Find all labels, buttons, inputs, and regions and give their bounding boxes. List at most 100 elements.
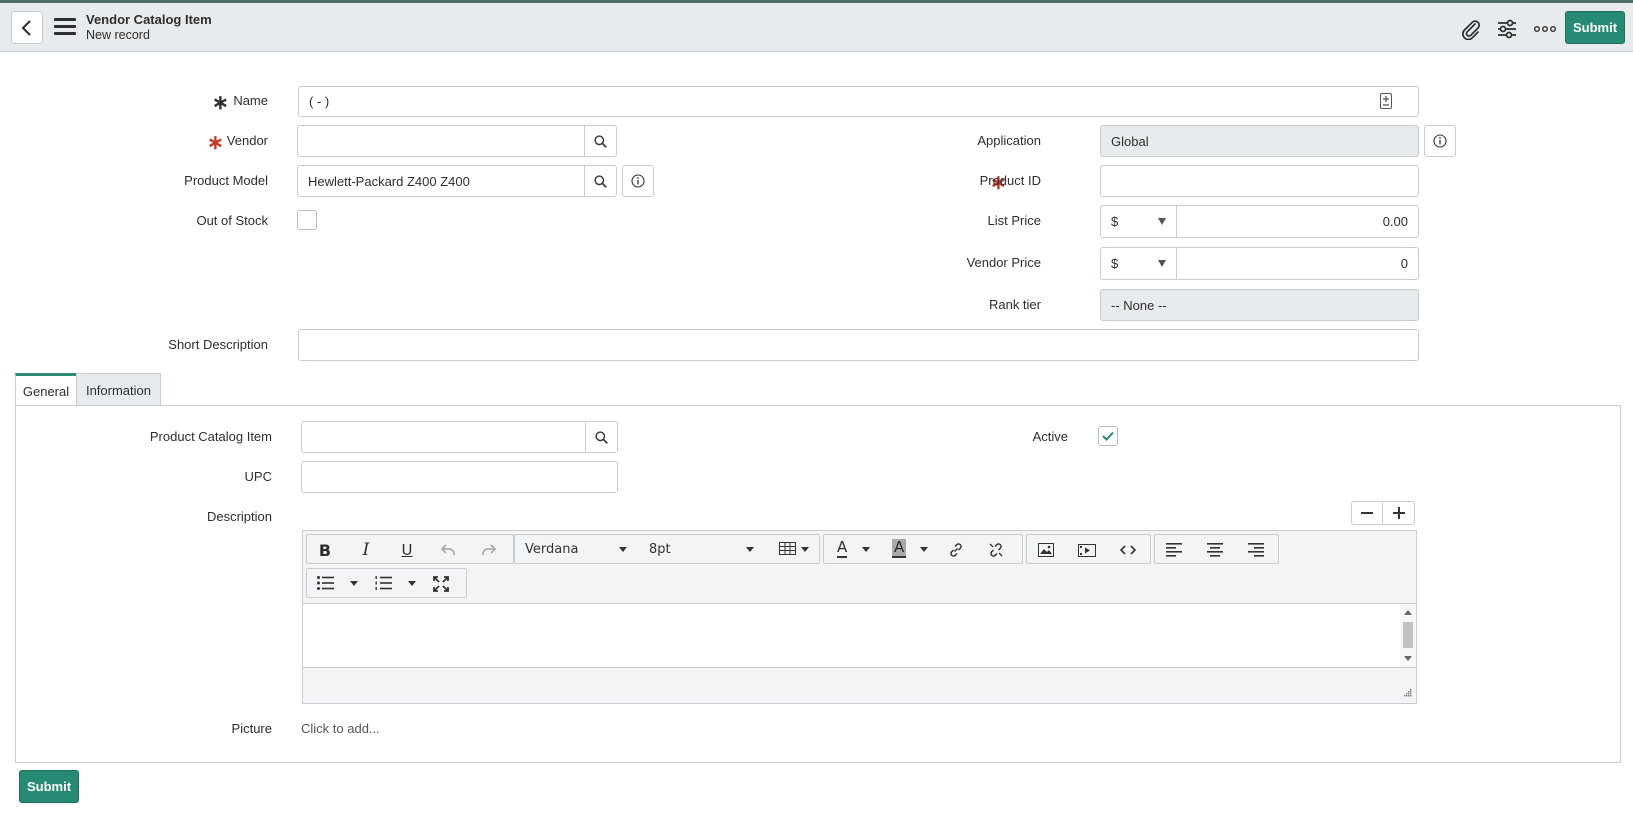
link-icon <box>950 543 962 557</box>
align-right-icon <box>1248 543 1264 557</box>
rank-tier-label: Rank tier <box>988 297 1041 312</box>
application-input: Global <box>1100 125 1419 157</box>
scroll-up-icon[interactable] <box>1404 610 1412 615</box>
product-model-label: Product Model <box>184 173 268 188</box>
application-info-button[interactable] <box>1424 125 1456 157</box>
list-price-input[interactable]: 0.00 <box>1176 205 1419 238</box>
toolbar-group-color-link: A A <box>823 534 1023 564</box>
undo-button[interactable] <box>438 540 458 560</box>
bold-button[interactable]: B <box>315 540 335 560</box>
font-size-select[interactable]: 8pt <box>641 535 761 563</box>
vendor-input[interactable] <box>297 125 585 157</box>
menu-icon[interactable] <box>54 18 76 36</box>
dropdown-caret-icon <box>920 547 928 552</box>
list-price-currency-select[interactable]: $ <box>1100 205 1177 238</box>
insert-link-button[interactable] <box>946 540 966 560</box>
translate-icon[interactable] <box>1380 93 1392 112</box>
unlink-icon <box>989 543 1003 557</box>
active-label: Active <box>1032 429 1068 444</box>
vendor-price-currency: $ <box>1111 256 1119 271</box>
active-checkbox[interactable] <box>1098 426 1118 446</box>
resize-handle-icon[interactable] <box>1403 685 1412 700</box>
expand-editor-button[interactable] <box>1383 502 1414 524</box>
product-catalog-item-lookup-button[interactable] <box>585 421 618 453</box>
rank-tier-select[interactable]: -- None -- <box>1100 289 1419 321</box>
bullet-list-button[interactable] <box>307 569 365 597</box>
scroll-down-icon[interactable] <box>1404 656 1412 661</box>
product-id-input[interactable] <box>1100 165 1419 197</box>
fullscreen-icon <box>433 576 449 592</box>
product-catalog-item-label: Product Catalog Item <box>149 429 272 444</box>
product-id-label: Product ID <box>979 173 1041 188</box>
numbered-list-icon <box>375 576 392 590</box>
editor-scrollbar[interactable] <box>1400 604 1416 667</box>
settings-sliders-icon[interactable] <box>1494 17 1520 41</box>
product-model-value: Hewlett-Packard Z400 Z400 <box>308 173 470 189</box>
tab-general-label: General <box>22 383 70 399</box>
search-icon <box>594 174 607 188</box>
fullscreen-button[interactable] <box>431 574 451 594</box>
header-submit-button[interactable]: Submit <box>1565 11 1625 44</box>
text-color-button[interactable]: A <box>824 535 874 563</box>
align-left-button[interactable] <box>1164 540 1184 560</box>
paperclip-icon[interactable] <box>1458 17 1484 41</box>
product-model-lookup-button[interactable] <box>584 165 617 197</box>
font-family-select[interactable]: Verdana <box>515 535 633 563</box>
collapse-editor-button[interactable] <box>1352 502 1383 524</box>
underline-button[interactable]: U <box>397 540 417 560</box>
name-value: ( - ) <box>309 94 330 109</box>
editor-content-area[interactable] <box>303 603 1416 668</box>
align-right-button[interactable] <box>1246 540 1266 560</box>
italic-button[interactable]: I <box>356 540 376 560</box>
minus-icon <box>1361 512 1373 514</box>
video-icon <box>1078 543 1096 557</box>
application-label: Application <box>977 133 1041 148</box>
tab-information[interactable]: Information <box>76 373 161 406</box>
footer-submit-button[interactable]: Submit <box>19 770 79 803</box>
background-color-button[interactable]: A <box>880 535 930 563</box>
product-model-info-button[interactable] <box>622 165 654 197</box>
out-of-stock-checkbox[interactable] <box>297 210 317 230</box>
vendor-lookup-button[interactable] <box>584 125 617 157</box>
back-button[interactable] <box>11 11 43 44</box>
picture-add-link[interactable]: Click to add... <box>301 721 380 736</box>
dropdown-caret-icon <box>619 547 627 552</box>
list-price-label: List Price <box>987 213 1041 228</box>
checkmark-icon <box>1102 431 1114 441</box>
scrollbar-thumb[interactable] <box>1403 622 1413 648</box>
info-icon <box>1433 134 1447 148</box>
product-catalog-item-input[interactable] <box>301 421 586 453</box>
redo-button[interactable] <box>479 540 499 560</box>
short-description-label: Short Description <box>168 337 268 352</box>
table-button[interactable] <box>771 535 817 563</box>
align-center-icon <box>1207 543 1223 557</box>
redo-icon <box>482 544 496 555</box>
list-price-currency: $ <box>1111 214 1119 229</box>
image-icon <box>1038 543 1054 557</box>
dropdown-caret-icon <box>801 547 809 552</box>
italic-icon: I <box>362 540 370 560</box>
align-center-button[interactable] <box>1205 540 1225 560</box>
product-model-input[interactable]: Hewlett-Packard Z400 Z400 <box>297 165 585 197</box>
upc-input[interactable] <box>301 461 618 493</box>
remove-link-button[interactable] <box>986 540 1006 560</box>
tab-general[interactable]: General <box>15 373 77 406</box>
vendor-price-input[interactable]: 0 <box>1176 247 1419 280</box>
page-subtitle: New record <box>86 28 150 42</box>
insert-video-button[interactable] <box>1077 540 1097 560</box>
dropdown-caret-icon <box>1158 218 1166 225</box>
name-input[interactable]: ( - ) <box>298 86 1419 117</box>
editor-resize-controls <box>1351 501 1415 525</box>
form-header: Vendor Catalog Item New record Submit <box>0 3 1633 52</box>
vendor-label: Vendor <box>226 133 268 148</box>
vendor-price-currency-select[interactable]: $ <box>1100 247 1177 280</box>
more-options-icon[interactable] <box>1532 17 1558 41</box>
insert-image-button[interactable] <box>1036 540 1056 560</box>
numbered-list-button[interactable] <box>365 569 423 597</box>
info-icon <box>631 174 645 188</box>
vendor-price-value: 0 <box>1400 256 1408 271</box>
short-description-input[interactable] <box>298 329 1419 361</box>
bullet-list-icon <box>317 576 334 590</box>
source-code-button[interactable] <box>1118 540 1138 560</box>
underline-icon: U <box>401 541 413 559</box>
